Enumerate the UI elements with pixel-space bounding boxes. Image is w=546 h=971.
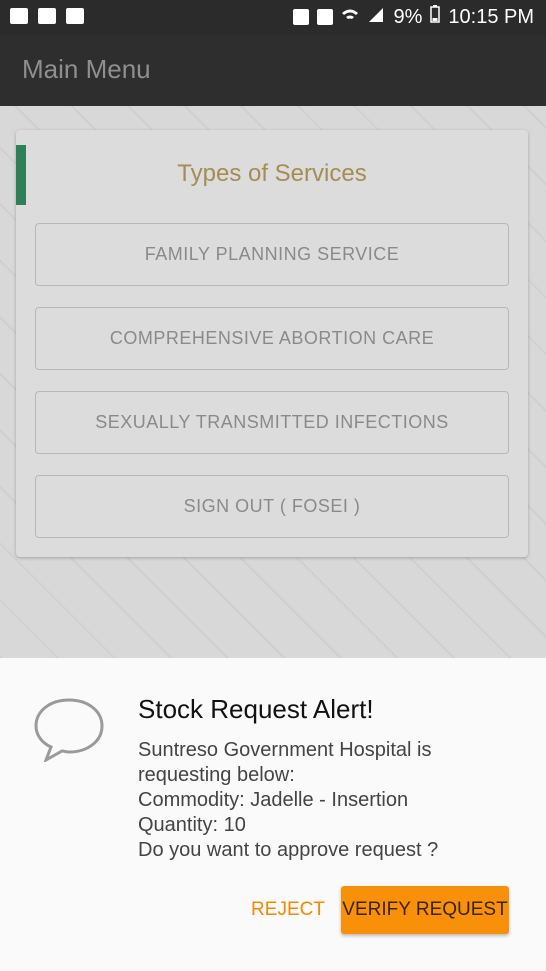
battery-icon bbox=[430, 5, 441, 29]
family-planning-button[interactable]: FAMILY PLANNING SERVICE bbox=[35, 223, 509, 286]
status-right: 9% 10:15 PM bbox=[293, 5, 534, 29]
fingerprint-icon bbox=[66, 8, 84, 24]
sign-out-button[interactable]: SIGN OUT ( FOSEI ) bbox=[35, 475, 509, 538]
gallery-icon bbox=[38, 8, 56, 24]
image-icon bbox=[10, 8, 28, 24]
sti-button[interactable]: SEXUALLY TRANSMITTED INFECTIONS bbox=[35, 391, 509, 454]
services-card: Types of Services FAMILY PLANNING SERVIC… bbox=[16, 130, 528, 557]
app-bar-title: Main Menu bbox=[22, 54, 151, 84]
reject-button[interactable]: REJECT bbox=[248, 886, 328, 934]
wifi-icon bbox=[341, 6, 359, 29]
stock-request-dialog: Stock Request Alert! Suntreso Government… bbox=[0, 658, 546, 971]
chat-bubble-icon bbox=[34, 698, 104, 764]
verify-request-button[interactable]: VERIFY REQUEST bbox=[341, 886, 509, 934]
abortion-care-button[interactable]: COMPREHENSIVE ABORTION CARE bbox=[35, 307, 509, 370]
card-title: Types of Services bbox=[177, 160, 367, 187]
dialog-title: Stock Request Alert! bbox=[138, 694, 374, 724]
signal-icon bbox=[367, 6, 385, 29]
status-left-icons bbox=[10, 8, 84, 24]
sync-icon bbox=[317, 9, 334, 25]
status-time: 10:15 PM bbox=[448, 5, 534, 28]
battery-text: 9% bbox=[393, 5, 423, 28]
app-bar: Main Menu bbox=[0, 34, 546, 106]
dialog-message: Suntreso Government Hospital is requesti… bbox=[138, 739, 439, 861]
lock-icon bbox=[293, 9, 310, 25]
status-bar: 9% 10:15 PM bbox=[0, 0, 546, 34]
